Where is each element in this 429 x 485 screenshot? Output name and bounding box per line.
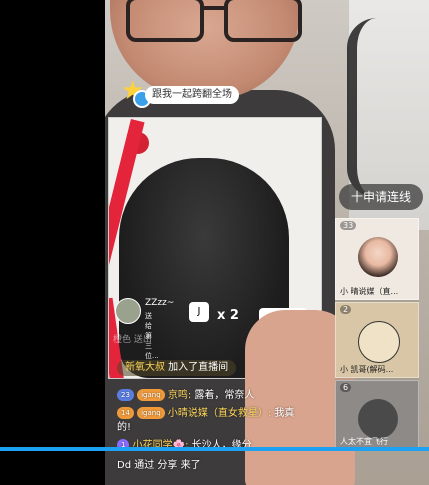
gift-multiplier: x 2: [217, 308, 239, 323]
chat-message-continued: 的!: [117, 418, 131, 433]
faded-message: 橙色 送出: [113, 335, 152, 345]
slot-number: 33: [340, 221, 357, 230]
chat-text: 我真: [271, 408, 295, 419]
avatar: [358, 237, 398, 277]
slot-number: 2: [340, 305, 352, 314]
gift-icon: J: [189, 302, 209, 322]
share-text: Dd 通过 分享 来了: [117, 460, 201, 471]
fan-badge: iganq: [137, 389, 165, 401]
chat-text: 的!: [117, 422, 132, 433]
slot-name: 小 凯哥(解码...: [340, 365, 394, 374]
level-badge: 23: [117, 389, 134, 401]
wall-graffiti: [347, 18, 427, 198]
chat-message[interactable]: 14 iganq 小晴说媒（直女救星）: 我真: [117, 404, 294, 419]
slot-name: 人太不宜飞行: [340, 437, 388, 446]
fan-badge: iganq: [137, 407, 165, 419]
chat-text: 露着，常奈人: [191, 390, 255, 401]
co-host-slot-1[interactable]: 33 小 晴说媒（直...: [335, 218, 419, 300]
co-host-slot-3[interactable]: 6 人太不宜飞行: [335, 380, 419, 450]
avatar: [358, 399, 398, 439]
apply-link-button[interactable]: 十申请连线: [339, 184, 423, 210]
chat-username: 京鸣:: [167, 390, 192, 401]
slot-number: 6: [340, 383, 352, 392]
join-suffix: 加入了直播间: [165, 362, 229, 373]
avatar: [358, 321, 400, 363]
join-user: 新氧大叔: [125, 362, 165, 373]
video-progress-bar[interactable]: [0, 447, 429, 451]
avatar: [115, 298, 141, 324]
chat-message[interactable]: 23 iganq 京鸣: 露着，常奈人: [117, 386, 254, 401]
share-notice: Dd 通过 分享 来了: [117, 456, 201, 471]
co-host-panel: 33 小 晴说媒（直... 2 小 凯哥(解码... 6 人太不宜飞行: [335, 218, 419, 450]
glasses: [120, 0, 302, 42]
slot-name: 小 晴说媒（直...: [340, 287, 399, 296]
chat-username: 小晴说媒（直女救星）:: [167, 408, 272, 419]
join-notice: 新氧大叔 加入了直播间: [117, 360, 237, 376]
co-host-slot-2[interactable]: 2 小 凯哥(解码...: [335, 302, 419, 378]
live-video: ★ 跟我一起跨翻全场 井江转 十申请连线 33 小 晴说媒（直... 2 小 凯…: [105, 0, 429, 485]
gift-sender-name: ZZzz~: [145, 298, 175, 308]
left-black-bar: [0, 0, 105, 485]
decoration-bubble: 跟我一起跨翻全场: [145, 86, 239, 104]
